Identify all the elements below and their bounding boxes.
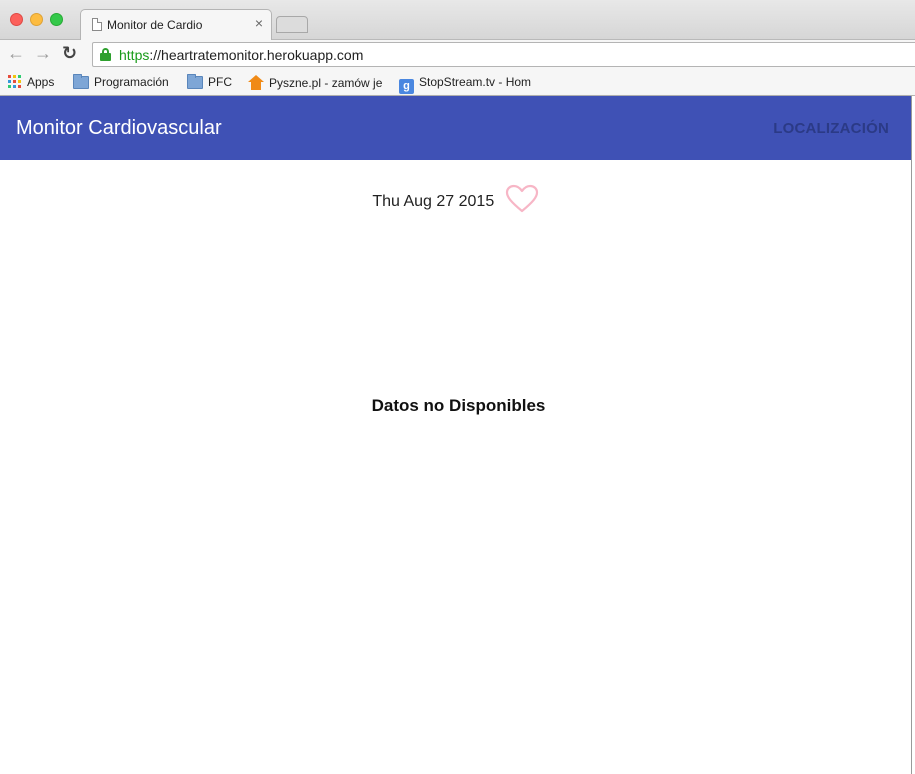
browser-toolbar: ← → ↻ https://heartratemonitor.herokuapp… — [0, 40, 915, 70]
bookmark-pyszne[interactable]: Pyszne.pl - zamów je — [248, 75, 382, 90]
localizacion-link[interactable]: LOCALIZACIÓN — [773, 120, 889, 137]
browser-tab[interactable]: Monitor de Cardio × — [80, 9, 272, 41]
bookmarks-bar: Apps Programación PFC Pyszne.pl - zamów … — [0, 70, 915, 96]
tab-title: Monitor de Cardio — [107, 18, 203, 32]
minimize-window-button[interactable] — [30, 13, 43, 26]
bookmark-programacion[interactable]: Programación — [73, 74, 169, 89]
close-window-button[interactable] — [10, 13, 23, 26]
url-text: https://heartratemonitor.herokuapp.com — [119, 47, 363, 63]
app-title: Monitor Cardiovascular — [16, 117, 222, 139]
folder-icon — [73, 74, 89, 89]
page-icon — [92, 18, 102, 31]
maximize-window-button[interactable] — [50, 13, 63, 26]
bookmark-label: Pyszne.pl - zamów je — [269, 76, 383, 90]
google-icon: g — [399, 79, 414, 94]
url-host: ://heartratemonitor.herokuapp.com — [149, 47, 364, 63]
scrollbar-track[interactable] — [911, 96, 915, 774]
apps-grid-icon — [8, 75, 22, 89]
new-tab-button[interactable] — [276, 16, 308, 33]
bookmark-pfc[interactable]: PFC — [187, 74, 232, 89]
browser-titlebar: Monitor de Cardio × — [0, 0, 915, 41]
address-bar[interactable]: https://heartratemonitor.herokuapp.com — [92, 42, 915, 67]
pyszne-house-icon — [248, 75, 264, 90]
date-row: Thu Aug 27 2015 — [0, 184, 911, 216]
forward-arrow-icon[interactable]: → — [34, 43, 52, 64]
url-scheme: https — [119, 47, 150, 63]
app-toolbar: Monitor Cardiovascular LOCALIZACIÓN — [0, 96, 911, 160]
folder-icon — [187, 74, 203, 89]
lock-icon — [100, 48, 111, 61]
bookmark-label: PFC — [208, 75, 232, 89]
main-content: Thu Aug 27 2015 Datos no Disponibles — [0, 160, 911, 774]
bookmark-stopstream[interactable]: g StopStream.tv - Hom — [399, 75, 531, 94]
bookmark-label: StopStream.tv - Hom — [419, 75, 532, 89]
no-data-message: Datos no Disponibles — [371, 396, 546, 415]
heart-outline-icon — [505, 184, 539, 219]
current-date: Thu Aug 27 2015 — [372, 192, 495, 210]
bookmark-label: Programación — [94, 75, 169, 89]
bookmark-label: Apps — [27, 75, 55, 89]
back-arrow-icon[interactable]: ← — [7, 43, 25, 64]
bookmark-apps[interactable]: Apps — [8, 75, 54, 89]
reload-icon[interactable]: ↻ — [62, 43, 77, 64]
close-tab-icon[interactable]: × — [255, 15, 263, 31]
